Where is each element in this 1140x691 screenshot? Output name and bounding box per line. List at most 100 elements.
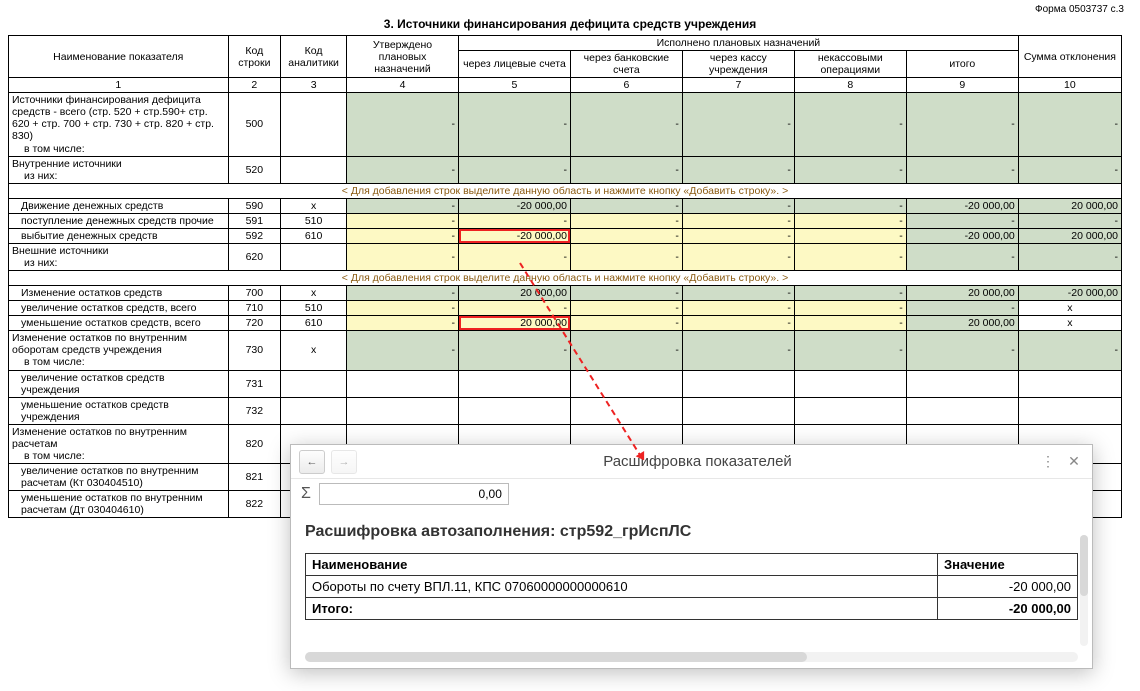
cell-name: выбытие денежных средств: [9, 228, 229, 243]
cell[interactable]: 20 000,00: [906, 316, 1018, 331]
cell[interactable]: -20 000,00: [906, 228, 1018, 243]
cell[interactable]: -: [794, 316, 906, 331]
cell[interactable]: -20 000,00: [906, 198, 1018, 213]
cell[interactable]: -: [906, 213, 1018, 228]
scrollbar-thumb[interactable]: [305, 652, 807, 662]
cell[interactable]: -: [1018, 243, 1121, 270]
cell[interactable]: -: [906, 156, 1018, 183]
table-row[interactable]: Источники финансирования дефицита средст…: [9, 93, 1122, 156]
cell[interactable]: -: [458, 213, 570, 228]
cell[interactable]: -: [682, 228, 794, 243]
cell[interactable]: -: [682, 213, 794, 228]
table-row[interactable]: поступление денежных средств прочие 591 …: [9, 213, 1122, 228]
cell[interactable]: -: [794, 243, 906, 270]
cell[interactable]: -: [347, 286, 459, 301]
cell[interactable]: -: [682, 93, 794, 156]
cell[interactable]: -: [1018, 331, 1121, 370]
cell[interactable]: -: [347, 331, 459, 370]
hdr-col6: через банковские счета: [570, 51, 682, 78]
cell[interactable]: -: [794, 331, 906, 370]
add-row-hint[interactable]: < Для добавления строк выделите данную о…: [9, 183, 1122, 198]
cell[interactable]: -: [1018, 156, 1121, 183]
cell[interactable]: -: [570, 213, 682, 228]
cell[interactable]: -: [347, 156, 459, 183]
cell[interactable]: -: [1018, 213, 1121, 228]
nav-back-button[interactable]: ←: [299, 450, 325, 474]
horizontal-scrollbar[interactable]: [305, 652, 1078, 662]
cell[interactable]: -: [682, 243, 794, 270]
cell[interactable]: -: [682, 301, 794, 316]
cell-code: 520: [228, 156, 281, 183]
cell[interactable]: x: [1018, 316, 1121, 331]
cell-code: 620: [228, 243, 281, 270]
cell[interactable]: -: [458, 331, 570, 370]
more-button[interactable]: ⋮: [1038, 453, 1058, 470]
cell[interactable]: -: [458, 243, 570, 270]
table-row[interactable]: увеличение остатков средств, всего 710 5…: [9, 301, 1122, 316]
cell[interactable]: -: [682, 198, 794, 213]
detail-row[interactable]: Обороты по счету ВПЛ.11, КПС 07060000000…: [306, 576, 1078, 598]
cell[interactable]: -20 000,00: [1018, 286, 1121, 301]
cell[interactable]: -: [458, 156, 570, 183]
cell[interactable]: -: [458, 93, 570, 156]
cell[interactable]: -: [570, 331, 682, 370]
cell[interactable]: 20 000,00: [906, 286, 1018, 301]
cell[interactable]: -: [347, 198, 459, 213]
cell[interactable]: -: [347, 93, 459, 156]
cell[interactable]: -: [347, 301, 459, 316]
table-row[interactable]: уменьшение остатков средств, всего 720 6…: [9, 316, 1122, 331]
cell[interactable]: -: [570, 301, 682, 316]
cell[interactable]: -: [570, 243, 682, 270]
cell[interactable]: -: [458, 301, 570, 316]
nav-forward-button[interactable]: →: [331, 450, 357, 474]
table-row[interactable]: выбытие денежных средств 592 610 - -20 0…: [9, 228, 1122, 243]
cell-name: увеличение остатков средств учреждения: [9, 370, 229, 397]
table-row[interactable]: уменьшение остатков средств учреждения 7…: [9, 397, 1122, 424]
close-button[interactable]: ✕: [1064, 453, 1084, 470]
cell[interactable]: -: [570, 156, 682, 183]
add-row-hint[interactable]: < Для добавления строк выделите данную о…: [9, 271, 1122, 286]
cell[interactable]: -: [682, 286, 794, 301]
cell[interactable]: -: [347, 316, 459, 331]
sum-input[interactable]: [319, 483, 509, 505]
cell[interactable]: x: [1018, 301, 1121, 316]
hdr-line-code: Код строки: [228, 36, 281, 78]
cell[interactable]: 20 000,00: [458, 286, 570, 301]
cell[interactable]: -: [682, 156, 794, 183]
table-row[interactable]: Движение денежных средств 590 x - -20 00…: [9, 198, 1122, 213]
cell[interactable]: -: [794, 156, 906, 183]
scrollbar-thumb[interactable]: [1080, 535, 1088, 596]
table-row[interactable]: увеличение остатков средств учреждения 7…: [9, 370, 1122, 397]
cell[interactable]: -: [570, 93, 682, 156]
cell[interactable]: -: [570, 286, 682, 301]
cell[interactable]: 20 000,00: [1018, 198, 1121, 213]
table-row[interactable]: Внутренние источникииз них: 520 - - - - …: [9, 156, 1122, 183]
vertical-scrollbar[interactable]: [1080, 535, 1088, 646]
cell[interactable]: -: [682, 331, 794, 370]
cell[interactable]: 20 000,00: [1018, 228, 1121, 243]
cell[interactable]: -: [794, 286, 906, 301]
cell[interactable]: -: [906, 301, 1018, 316]
cell[interactable]: -20 000,00: [458, 198, 570, 213]
cell[interactable]: -: [1018, 93, 1121, 156]
table-row[interactable]: Изменение остатков средств 700 x - 20 00…: [9, 286, 1122, 301]
highlighted-cell-592[interactable]: -20 000,00: [458, 228, 570, 243]
cell[interactable]: -: [906, 331, 1018, 370]
cell[interactable]: -: [347, 213, 459, 228]
cell[interactable]: -: [794, 213, 906, 228]
detail-total-row: Итого: -20 000,00: [306, 598, 1078, 620]
cell[interactable]: -: [906, 243, 1018, 270]
cell[interactable]: -: [347, 243, 459, 270]
cell[interactable]: -: [570, 198, 682, 213]
table-row[interactable]: Внешние источникииз них: 620 - - - - - -…: [9, 243, 1122, 270]
cell-name: уменьшение остатков средств учреждения: [9, 397, 229, 424]
cell[interactable]: -: [682, 316, 794, 331]
cell[interactable]: -: [794, 301, 906, 316]
cell[interactable]: -: [570, 228, 682, 243]
cell[interactable]: -: [906, 93, 1018, 156]
cell[interactable]: -: [794, 228, 906, 243]
cell[interactable]: -: [794, 198, 906, 213]
cell[interactable]: -: [347, 228, 459, 243]
cell[interactable]: -: [794, 93, 906, 156]
cell[interactable]: -: [570, 316, 682, 331]
